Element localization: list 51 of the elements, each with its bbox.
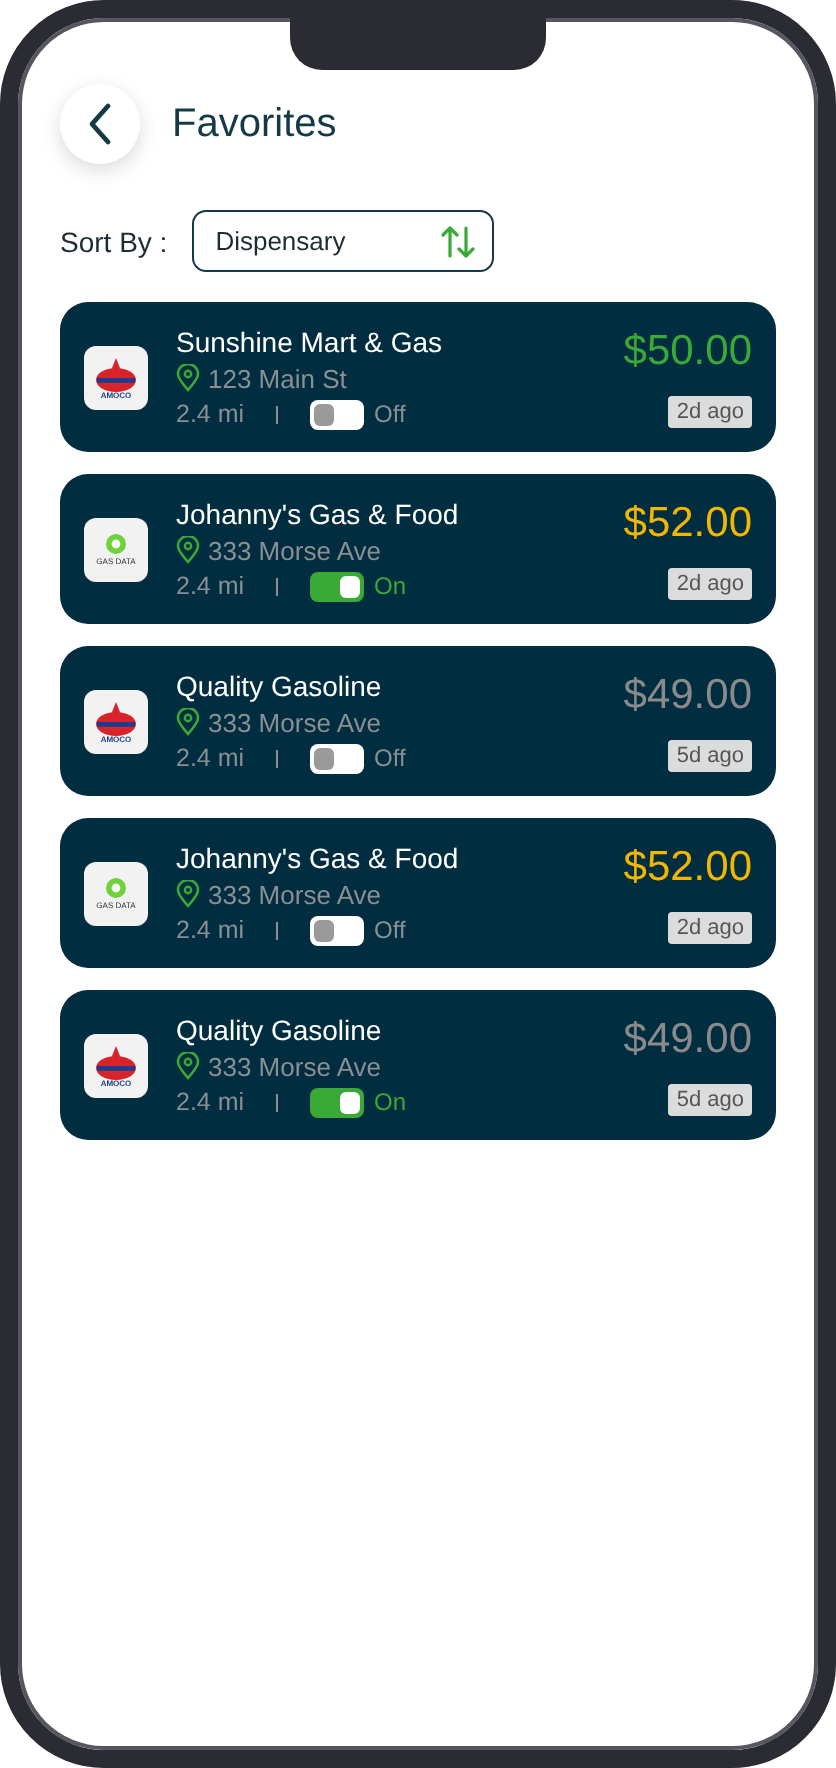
torch-oval-icon [94, 354, 138, 398]
toggle-switch[interactable] [310, 571, 365, 601]
station-address: 333 Morse Ave [208, 535, 381, 565]
torch-oval-icon [94, 1042, 138, 1086]
toggle-label: On [374, 572, 407, 600]
toggle-switch[interactable] [310, 915, 365, 945]
sort-label: Sort By : [60, 225, 168, 257]
station-name: Quality Gasoline [176, 1013, 384, 1045]
page-title: Favorites [172, 101, 337, 147]
station-name: Sunshine Mart & Gas [176, 325, 445, 357]
chevron-left-icon [86, 102, 114, 146]
distance-text: 2.4 mi [176, 572, 245, 600]
distance-text: 2.4 mi [176, 916, 245, 944]
toggle-switch[interactable] [310, 1087, 365, 1117]
updated-badge: 5d ago [668, 739, 752, 771]
station-address: 333 Morse Ave [208, 707, 381, 737]
toggle-label: Off [374, 744, 406, 772]
station-address: 333 Morse Ave [208, 879, 381, 909]
updated-badge: 2d ago [668, 567, 752, 599]
distance-text: 2.4 mi [176, 744, 245, 772]
toggle-label: On [374, 1088, 407, 1116]
sort-dropdown[interactable]: Dispensary [191, 210, 494, 272]
price-text: $52.00 [623, 499, 752, 547]
location-pin-icon [176, 880, 200, 908]
torch-oval-icon [94, 698, 138, 742]
toggle-label: Off [374, 400, 406, 428]
location-pin-icon [176, 1052, 200, 1080]
price-text: $52.00 [623, 843, 752, 891]
location-pin-icon [176, 708, 200, 736]
price-text: $49.00 [623, 1015, 752, 1063]
toggle-switch[interactable] [310, 399, 365, 429]
station-address: 123 Main St [208, 363, 347, 393]
distance-text: 2.4 mi [176, 1088, 245, 1116]
price-text: $50.00 [623, 327, 752, 375]
station-name: Johanny's Gas & Food [176, 497, 461, 529]
sort-arrows-icon [439, 223, 476, 259]
updated-badge: 5d ago [668, 1083, 752, 1115]
station-address: 333 Morse Ave [208, 1051, 381, 1081]
toggle-label: Off [374, 916, 406, 944]
location-pin-icon [176, 364, 200, 392]
toggle-switch[interactable] [310, 743, 365, 773]
back-button[interactable] [60, 84, 140, 164]
updated-badge: 2d ago [668, 911, 752, 943]
distance-text: 2.4 mi [176, 400, 245, 428]
location-pin-icon [176, 536, 200, 564]
circle-logo-icon [104, 876, 128, 900]
circle-logo-icon [104, 532, 128, 556]
station-name: Johanny's Gas & Food [176, 841, 461, 873]
price-text: $49.00 [623, 671, 752, 719]
station-name: Quality Gasoline [176, 669, 384, 701]
updated-badge: 2d ago [668, 395, 752, 427]
